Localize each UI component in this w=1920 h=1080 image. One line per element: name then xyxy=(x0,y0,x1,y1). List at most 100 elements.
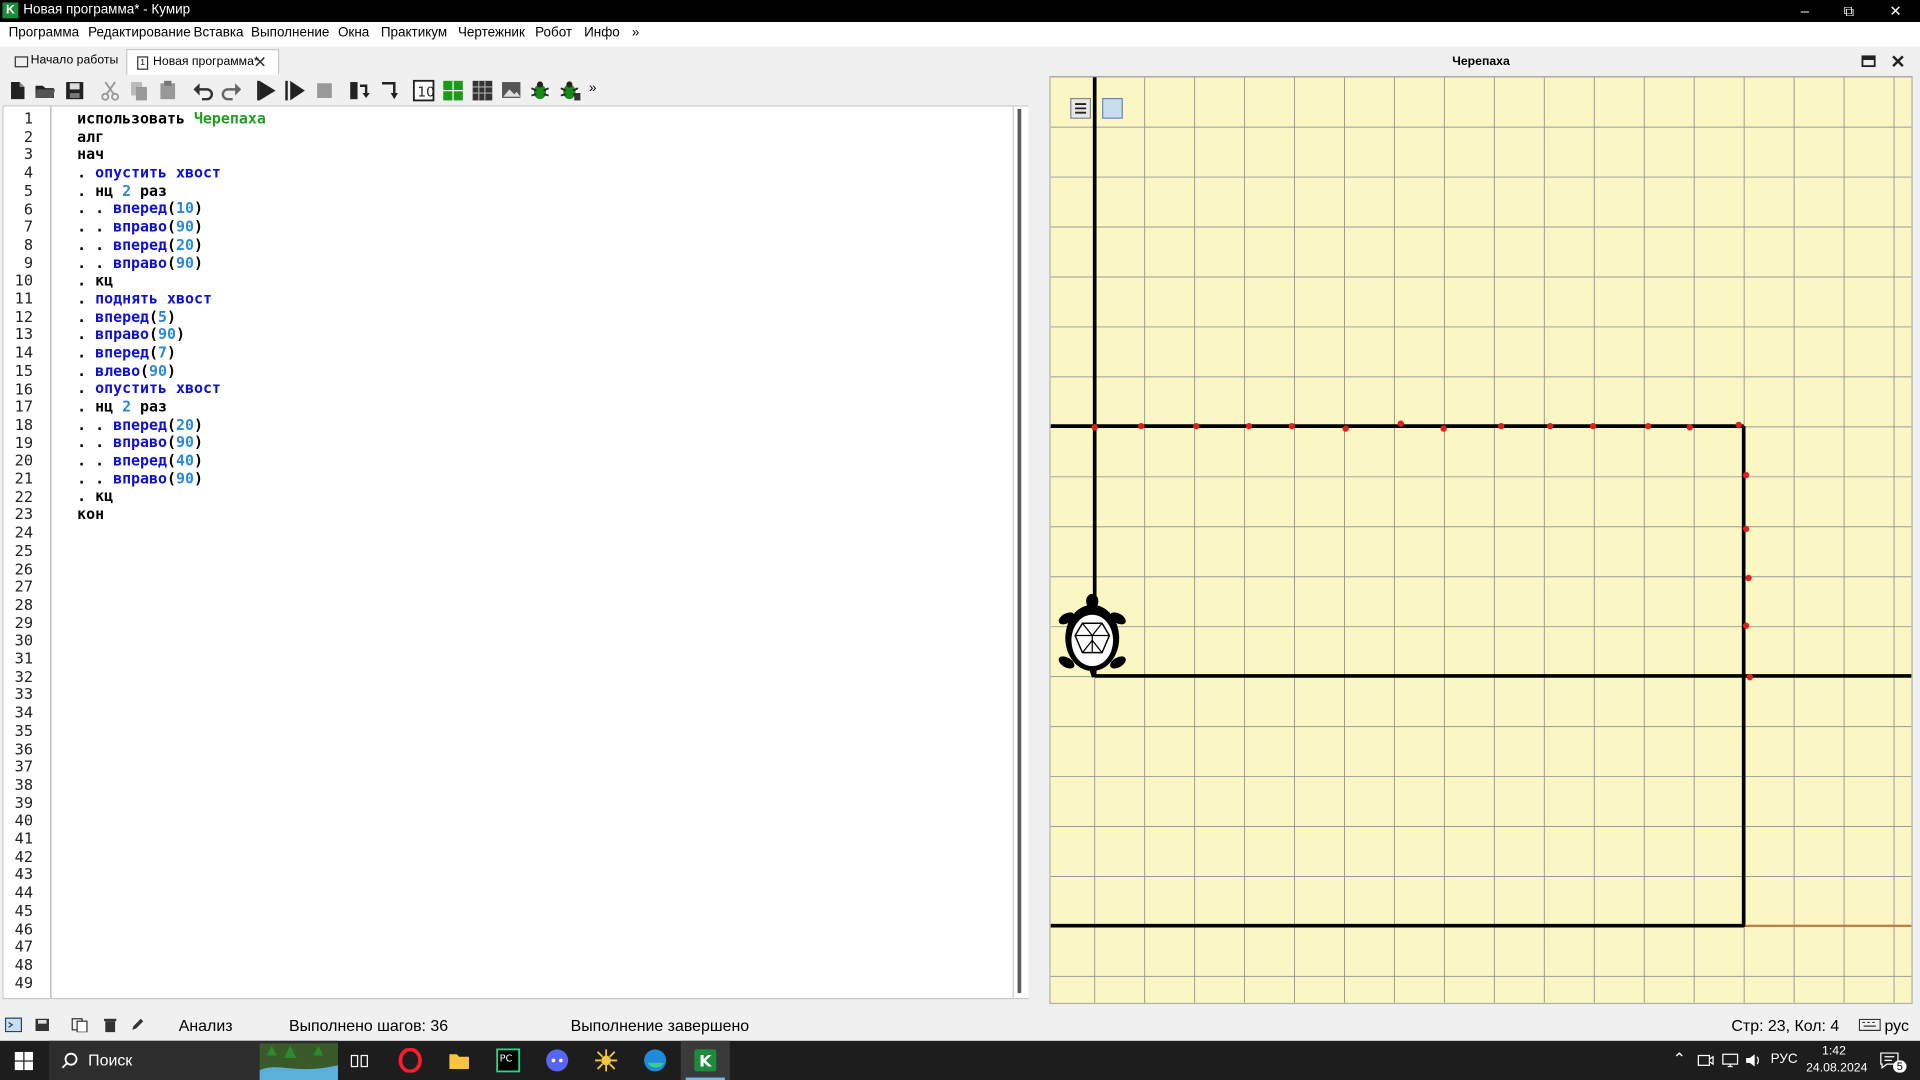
variables-icon[interactable]: 10 xyxy=(411,78,435,102)
console-icon[interactable] xyxy=(4,1017,23,1033)
save-output-icon[interactable] xyxy=(34,1018,51,1033)
meet-icon[interactable] xyxy=(1697,1052,1714,1069)
scrollbar-thumb[interactable] xyxy=(1017,108,1022,994)
menu-more[interactable]: » xyxy=(632,26,640,41)
code-line[interactable]: . . вправо(90) xyxy=(77,218,266,236)
code-line[interactable]: . . вправо(90) xyxy=(77,434,266,452)
undock-icon[interactable] xyxy=(1861,54,1876,69)
restore-button[interactable]: ⧉ xyxy=(1827,0,1871,22)
code-token: раз xyxy=(131,182,168,200)
turtle-field[interactable] xyxy=(1050,77,1912,1003)
code-line[interactable]: нач xyxy=(77,146,266,164)
menu-drafter[interactable]: Чертежник xyxy=(458,26,525,41)
tab-start[interactable]: Начало работы xyxy=(7,48,123,74)
code-line[interactable]: . кц xyxy=(77,488,266,506)
code-line[interactable]: . . вправо(90) xyxy=(77,470,266,488)
code-line[interactable]: . . вперед(10) xyxy=(77,200,266,218)
menu-program[interactable]: Программа xyxy=(9,26,80,41)
copy-icon[interactable] xyxy=(126,78,150,102)
code-line[interactable]: использовать Черепаха xyxy=(77,110,266,128)
image-edit-icon[interactable] xyxy=(500,78,524,102)
menu-practicum[interactable]: Практикум xyxy=(381,26,447,41)
code-line[interactable]: . вперед(7) xyxy=(77,344,266,362)
save-icon[interactable] xyxy=(62,78,86,102)
code-line[interactable]: . нц 2 раз xyxy=(77,398,266,416)
photo-app-icon[interactable] xyxy=(594,1048,618,1072)
field-view-toggle[interactable] xyxy=(1102,97,1123,119)
menu-run[interactable]: Выполнение xyxy=(251,26,329,41)
opera-icon[interactable] xyxy=(398,1048,422,1073)
new-file-icon[interactable] xyxy=(5,78,29,102)
tab-new-program[interactable]: 1 Новая программа* ✕ xyxy=(126,48,280,75)
status-language[interactable]: рус xyxy=(1884,1016,1908,1034)
step-run-icon[interactable] xyxy=(283,78,307,102)
volume-icon[interactable] xyxy=(1745,1052,1762,1069)
code-line[interactable]: . опустить хвост xyxy=(77,380,266,398)
menu-info[interactable]: Инфо xyxy=(584,26,620,41)
task-view-icon[interactable] xyxy=(350,1052,368,1070)
copy-output-icon[interactable] xyxy=(71,1018,88,1033)
stop-icon[interactable] xyxy=(312,78,336,102)
code-line[interactable]: . нц 2 раз xyxy=(77,182,266,200)
code-token: ( xyxy=(149,326,159,344)
code-token: 90 xyxy=(176,218,194,236)
file-explorer-icon[interactable] xyxy=(447,1048,471,1072)
code-token: . . xyxy=(77,433,114,452)
grid-green-icon[interactable] xyxy=(441,78,465,102)
code-line[interactable]: . поднять хвост xyxy=(77,290,266,308)
red-marker xyxy=(1245,422,1253,430)
clear-output-icon[interactable] xyxy=(103,1018,118,1033)
menu-robot[interactable]: Робот xyxy=(535,26,572,41)
windows-start-icon[interactable] xyxy=(14,1051,34,1071)
code-line[interactable]: . . вправо(90) xyxy=(77,254,266,272)
close-button[interactable]: ✕ xyxy=(1873,0,1917,22)
table-icon[interactable] xyxy=(470,78,494,102)
menu-edit[interactable]: Редактирование xyxy=(88,26,191,41)
panel-close-icon[interactable] xyxy=(1891,54,1906,69)
pycharm-icon[interactable]: PC xyxy=(496,1048,521,1073)
run-icon[interactable] xyxy=(255,78,279,102)
code-token: ( xyxy=(149,344,159,362)
taskbar-search[interactable]: Поиск xyxy=(48,1040,338,1080)
code-line[interactable]: . кц xyxy=(77,272,266,290)
edit-pencil-icon[interactable] xyxy=(130,1018,145,1033)
tab-close-icon[interactable]: ✕ xyxy=(253,50,266,74)
code-line[interactable]: кон xyxy=(77,506,266,524)
code-area[interactable]: использовать Черепаха алг нач. опустить хв… xyxy=(77,110,266,524)
network-icon[interactable] xyxy=(1722,1052,1739,1069)
code-line[interactable]: . влево(90) xyxy=(77,362,266,380)
minimize-button[interactable]: – xyxy=(1783,0,1827,22)
code-line[interactable]: . . вперед(20) xyxy=(77,416,266,434)
step-over-icon[interactable] xyxy=(348,78,372,102)
redo-icon[interactable] xyxy=(219,78,243,102)
code-line[interactable]: . . вперед(40) xyxy=(77,452,266,470)
toolbar-more[interactable]: » xyxy=(589,81,597,96)
editor-scrollbar[interactable] xyxy=(1012,106,1029,998)
debug-bug-icon[interactable] xyxy=(528,78,552,102)
code-token: . xyxy=(77,182,96,200)
edge-icon[interactable] xyxy=(643,1048,667,1072)
menu-insert[interactable]: Вставка xyxy=(193,26,243,41)
code-line[interactable]: алг xyxy=(77,128,266,146)
menu-windows[interactable]: Окна xyxy=(338,26,369,41)
undo-icon[interactable] xyxy=(191,78,215,102)
code-token: 90 xyxy=(176,254,194,272)
code-line[interactable]: . вперед(5) xyxy=(77,308,266,326)
discord-icon[interactable] xyxy=(545,1048,569,1072)
code-line[interactable]: . вправо(90) xyxy=(77,326,266,344)
tray-chevron-icon[interactable]: ⌃ xyxy=(1673,1049,1686,1069)
code-line[interactable]: . . вперед(20) xyxy=(77,236,266,254)
turtle-canvas[interactable] xyxy=(1049,75,1913,1005)
code-line[interactable]: . опустить хвост xyxy=(77,164,266,182)
tray-time[interactable]: 1:42 xyxy=(1822,1044,1846,1057)
paste-icon[interactable] xyxy=(156,78,180,102)
field-menu-icon[interactable] xyxy=(1070,97,1092,119)
tray-language[interactable]: РУС xyxy=(1771,1052,1798,1067)
step-into-icon[interactable] xyxy=(377,78,401,102)
code-editor[interactable]: 1 2 3 4 5 6 7 8 9 10 11 12 13 14 15 16 17 18 19 20 21 22 23 24 2… xyxy=(2,105,1029,1000)
debug-step-bug-icon[interactable] xyxy=(557,78,581,102)
open-folder-icon[interactable] xyxy=(33,78,57,102)
cut-icon[interactable] xyxy=(98,78,122,102)
tray-date[interactable]: 24.08.2024 xyxy=(1806,1062,1867,1075)
kumir-taskbar-button[interactable]: K xyxy=(680,1040,730,1080)
